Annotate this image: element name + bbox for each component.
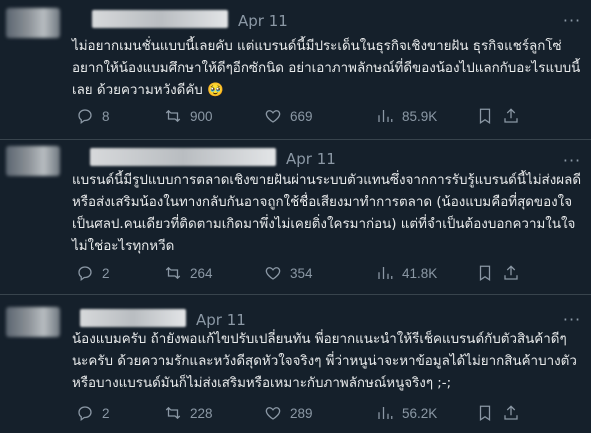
tweet[interactable]: Apr 11 ··· แบรนด์นี้มีรูปแบบการตลาดเชิงข… [0,140,591,295]
tweet[interactable]: Apr 11 ··· น้องแบมครับ ถ้ายังพอแก้ไขปรับ… [0,295,591,433]
reply-button[interactable]: 2 [76,403,110,423]
bookmark-button[interactable] [476,264,496,284]
reply-count: 8 [102,108,110,124]
repost-count: 900 [190,108,213,124]
bookmark-icon [479,265,491,281]
like-button[interactable]: 669 [264,106,313,126]
tweet-date[interactable]: Apr 11 [196,311,246,329]
bookmark-icon [479,108,491,124]
share-button[interactable] [502,264,522,284]
reply-icon [78,406,92,422]
share-button[interactable] [502,107,522,127]
tweet[interactable]: Apr 11 ··· ไม่อยากเมนชั่นแบบนี้เลยคับ แต… [0,0,591,140]
reply-icon [78,109,92,125]
reply-button[interactable]: 8 [76,106,110,126]
avatar[interactable] [6,8,60,38]
repost-count: 228 [190,405,213,421]
bookmark-button[interactable] [476,107,496,127]
tweet-text: ไม่อยากเมนชั่นแบบนี้เลยคับ แต่แบรนด์นี้ม… [72,39,581,98]
like-count: 354 [290,265,313,281]
repost-icon [165,266,181,280]
like-count: 669 [290,108,313,124]
share-button[interactable] [502,404,522,424]
repost-button[interactable]: 264 [164,263,213,283]
tweet-text: แบรนด์นี้มีรูปแบบการตลาดเชิงขายฝันผ่านระ… [72,173,582,254]
author-name[interactable] [90,148,276,166]
bookmark-icon [479,405,491,421]
views-icon [378,267,393,279]
tweet-date[interactable]: Apr 11 [286,150,336,168]
heart-icon [265,267,281,280]
repost-count: 264 [190,265,213,281]
heart-icon [265,110,281,123]
share-icon [504,265,518,280]
views-icon [378,407,393,419]
avatar[interactable] [6,146,60,176]
view-count: 56.2K [402,405,438,421]
reply-button[interactable]: 2 [76,263,110,283]
view-count: 41.8K [402,265,438,281]
views-button[interactable]: 85.9K [376,106,437,126]
author-name[interactable] [92,10,228,28]
like-count: 289 [290,405,313,421]
bookmark-button[interactable] [476,404,496,424]
reply-count: 2 [102,265,110,281]
repost-button[interactable]: 900 [164,106,213,126]
reply-icon [78,266,92,282]
views-button[interactable]: 41.8K [376,263,437,283]
author-name[interactable] [80,309,186,327]
reply-count: 2 [102,405,110,421]
views-icon [378,110,393,122]
view-count: 85.9K [402,108,438,124]
like-button[interactable]: 289 [264,403,313,423]
repost-button[interactable]: 228 [164,403,213,423]
views-button[interactable]: 56.2K [376,403,437,423]
share-icon [504,108,518,123]
repost-icon [165,406,181,420]
repost-icon [165,109,181,123]
like-button[interactable]: 354 [264,263,313,283]
tweet-date[interactable]: Apr 11 [238,12,288,30]
tweet-text: น้องแบมครับ ถ้ายังพอแก้ไขปรับเปลี่ยนทัน … [72,332,577,391]
share-icon [504,405,518,420]
avatar[interactable] [6,307,60,337]
heart-icon [265,407,281,420]
more-options-icon[interactable]: ··· [562,13,582,34]
